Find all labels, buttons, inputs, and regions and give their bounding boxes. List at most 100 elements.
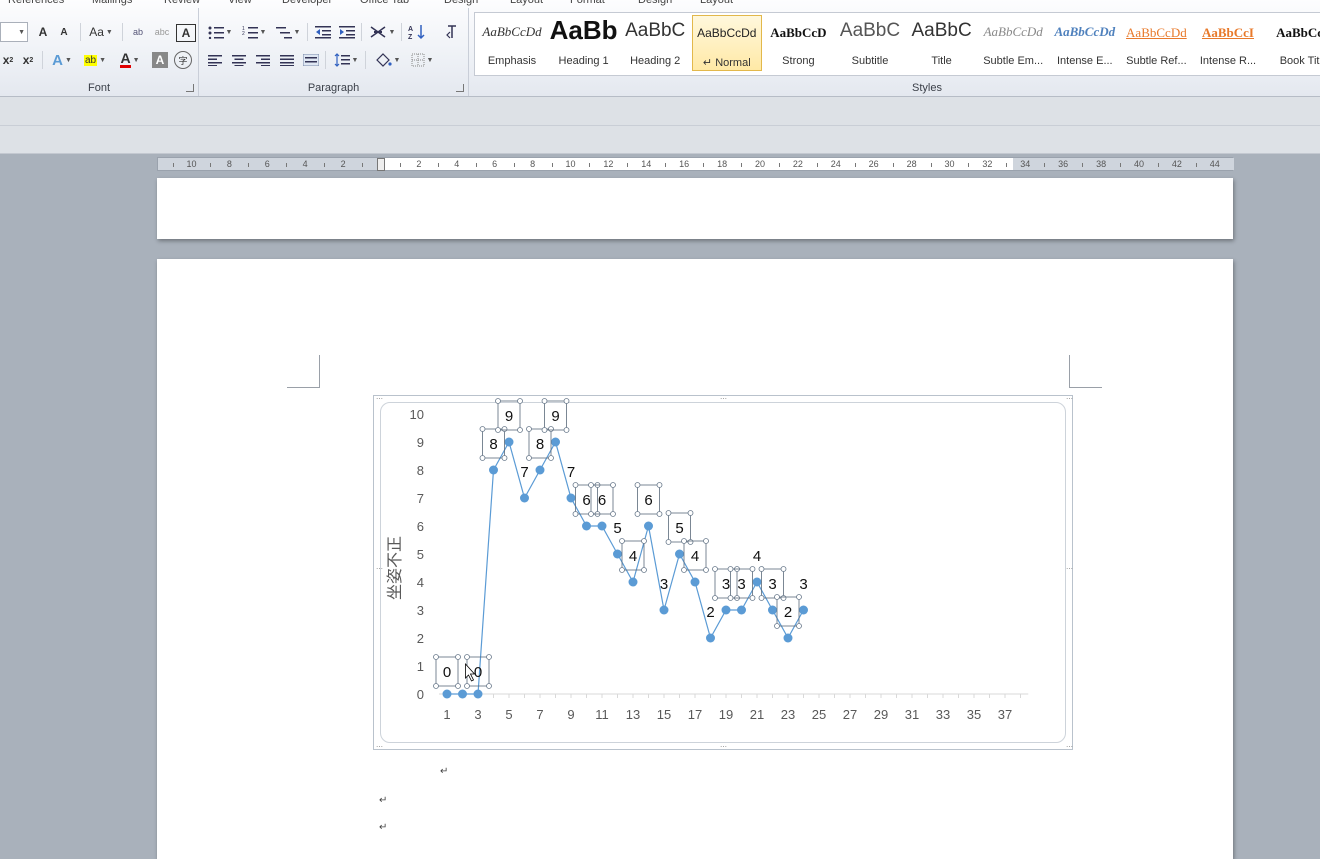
- ribbon-tab[interactable]: View: [228, 0, 252, 6]
- horizontal-ruler[interactable]: 10 8 6 4 2 2 4 6 8 10 12 14 16 18 20 22 24 26 28 30 32 34 36 38…: [157, 157, 1234, 171]
- label-handle[interactable]: [563, 398, 570, 404]
- superscript-button[interactable]: x2: [20, 50, 36, 70]
- label-handle[interactable]: [641, 538, 647, 544]
- line-spacing-button[interactable]: ▼: [331, 50, 361, 70]
- resize-handle[interactable]: ⋯: [376, 396, 383, 403]
- resize-handle[interactable]: ⋯: [1066, 744, 1073, 751]
- data-point[interactable]: [675, 549, 684, 559]
- label-handle[interactable]: [486, 683, 492, 689]
- data-point[interactable]: [706, 633, 715, 643]
- label-handle[interactable]: [526, 455, 532, 461]
- decrease-indent-button[interactable]: [313, 22, 333, 42]
- ribbon-tab[interactable]: Format: [570, 0, 605, 6]
- data-point[interactable]: [566, 493, 576, 503]
- style-item[interactable]: AaBbCcDd Emphasis: [477, 15, 547, 71]
- label-handle[interactable]: [433, 683, 439, 689]
- bullets-button[interactable]: ▼: [205, 22, 235, 42]
- data-label[interactable]: 4: [753, 548, 761, 565]
- align-left-button[interactable]: [205, 50, 225, 70]
- data-point[interactable]: [768, 605, 777, 615]
- data-point[interactable]: [442, 689, 452, 699]
- label-handle[interactable]: [501, 426, 508, 432]
- data-label[interactable]: 2: [784, 604, 792, 621]
- chart-object[interactable]: ⋯ ⋯ ⋯ ⋯ ⋯ ⋯ ⋯ ⋯ 0 1 2 3 4 5 6 7 8 9 10 1 3 5 7 9 11 13 15 17 19 21 23 2…: [373, 395, 1074, 751]
- resize-handle[interactable]: ⋯: [1066, 566, 1073, 573]
- data-label[interactable]: 6: [582, 492, 590, 509]
- label-handle[interactable]: [619, 567, 625, 573]
- justify-button[interactable]: [277, 50, 297, 70]
- label-handle[interactable]: [479, 426, 486, 432]
- ribbon-tab[interactable]: Layout: [700, 0, 733, 6]
- enclose-characters-button[interactable]: 字: [174, 51, 192, 69]
- data-point[interactable]: [644, 521, 653, 531]
- resize-handle[interactable]: ⋯: [720, 396, 727, 403]
- label-handle[interactable]: [541, 427, 548, 433]
- label-handle[interactable]: [495, 427, 501, 433]
- ribbon-tab[interactable]: Mailings: [92, 0, 132, 6]
- data-label[interactable]: 7: [567, 464, 575, 481]
- ribbon-tab[interactable]: Developer: [282, 0, 332, 6]
- data-point[interactable]: [489, 465, 498, 475]
- label-handle[interactable]: [758, 566, 765, 572]
- label-handle[interactable]: [572, 482, 579, 488]
- multilevel-list-button[interactable]: ▼: [273, 22, 303, 42]
- resize-handle[interactable]: ⋯: [376, 566, 383, 573]
- style-item[interactable]: AaBbCcDd ↵ Normal: [691, 15, 762, 71]
- distributed-button[interactable]: [301, 50, 321, 70]
- label-handle[interactable]: [687, 510, 694, 516]
- label-handle[interactable]: [665, 510, 672, 516]
- text-effects-button[interactable]: A ▼: [48, 50, 76, 70]
- data-label[interactable]: 8: [489, 436, 497, 453]
- change-case-button[interactable]: Aa ▼: [86, 22, 116, 42]
- style-item[interactable]: AaBbCcDd Subtle Ref...: [1121, 15, 1191, 71]
- data-label[interactable]: 4: [629, 548, 637, 565]
- data-point[interactable]: [551, 437, 560, 447]
- grow-font-button[interactable]: A: [34, 22, 52, 42]
- data-label[interactable]: 4: [691, 548, 699, 565]
- label-handle[interactable]: [758, 595, 765, 601]
- label-handle[interactable]: [541, 398, 548, 404]
- label-handle[interactable]: [610, 482, 616, 488]
- data-point[interactable]: [628, 577, 638, 587]
- label-handle[interactable]: [656, 511, 663, 517]
- label-handle[interactable]: [780, 566, 787, 572]
- data-point[interactable]: [659, 605, 669, 615]
- style-item[interactable]: AaBbC Subtitle: [835, 15, 905, 71]
- data-point[interactable]: [504, 437, 514, 447]
- show-hide-marks-button[interactable]: [441, 22, 461, 42]
- label-handle[interactable]: [464, 683, 470, 689]
- label-handle[interactable]: [517, 398, 523, 404]
- label-handle[interactable]: [749, 595, 756, 601]
- label-handle[interactable]: [727, 566, 734, 572]
- label-handle[interactable]: [687, 539, 694, 545]
- data-point[interactable]: [473, 689, 483, 699]
- ribbon-tab[interactable]: Office Tab: [360, 0, 409, 6]
- label-handle[interactable]: [479, 455, 486, 461]
- label-handle[interactable]: [703, 538, 709, 544]
- style-item[interactable]: AaBbCc Book Tit: [1265, 15, 1320, 71]
- line-chart[interactable]: ⋯ ⋯ ⋯⋯ ⋯⋯ ⋯ ⋯0123456789101 3 5 7 9 11 13 15 17 19 21 23 2…: [374, 396, 1074, 751]
- font-color-button[interactable]: A ▼: [114, 50, 146, 70]
- label-handle[interactable]: [727, 595, 734, 601]
- data-point[interactable]: [690, 577, 700, 587]
- label-handle[interactable]: [634, 511, 641, 517]
- label-handle[interactable]: [563, 427, 570, 433]
- label-handle[interactable]: [495, 398, 501, 404]
- data-point[interactable]: [752, 577, 762, 587]
- label-handle[interactable]: [572, 511, 579, 517]
- character-shading-button[interactable]: A: [152, 52, 168, 68]
- label-handle[interactable]: [749, 566, 756, 572]
- ribbon-tab[interactable]: References: [8, 0, 64, 6]
- label-handle[interactable]: [464, 654, 470, 660]
- ribbon-tab[interactable]: Review: [164, 0, 200, 6]
- data-label[interactable]: 3: [768, 576, 776, 593]
- data-label[interactable]: 0: [443, 664, 451, 681]
- data-point[interactable]: [582, 521, 591, 531]
- label-handle[interactable]: [610, 511, 616, 517]
- style-item[interactable]: AaBbC Title: [907, 15, 977, 71]
- style-item[interactable]: AaBbCcDd Subtle Em...: [978, 15, 1048, 71]
- label-handle[interactable]: [588, 511, 594, 517]
- resize-handle[interactable]: ⋯: [1066, 396, 1073, 403]
- label-handle[interactable]: [548, 426, 554, 432]
- style-item[interactable]: AaBbCcD Strong: [763, 15, 833, 71]
